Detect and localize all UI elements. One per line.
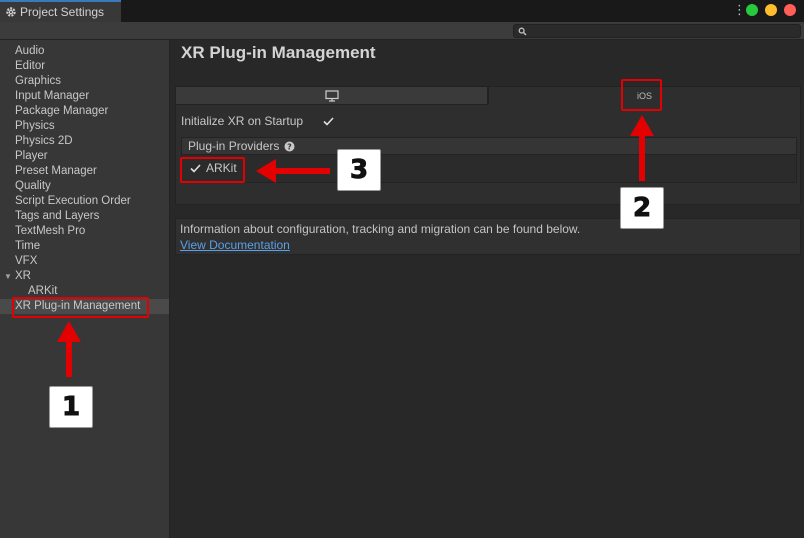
arrow-3 (256, 159, 330, 183)
arrow-1 (57, 321, 81, 377)
arrow-2 (630, 115, 654, 181)
callout-2: 2 (620, 187, 664, 229)
annotation-arrows (57, 115, 654, 377)
callout-1: 1 (49, 386, 93, 428)
callout-3: 3 (337, 149, 381, 191)
